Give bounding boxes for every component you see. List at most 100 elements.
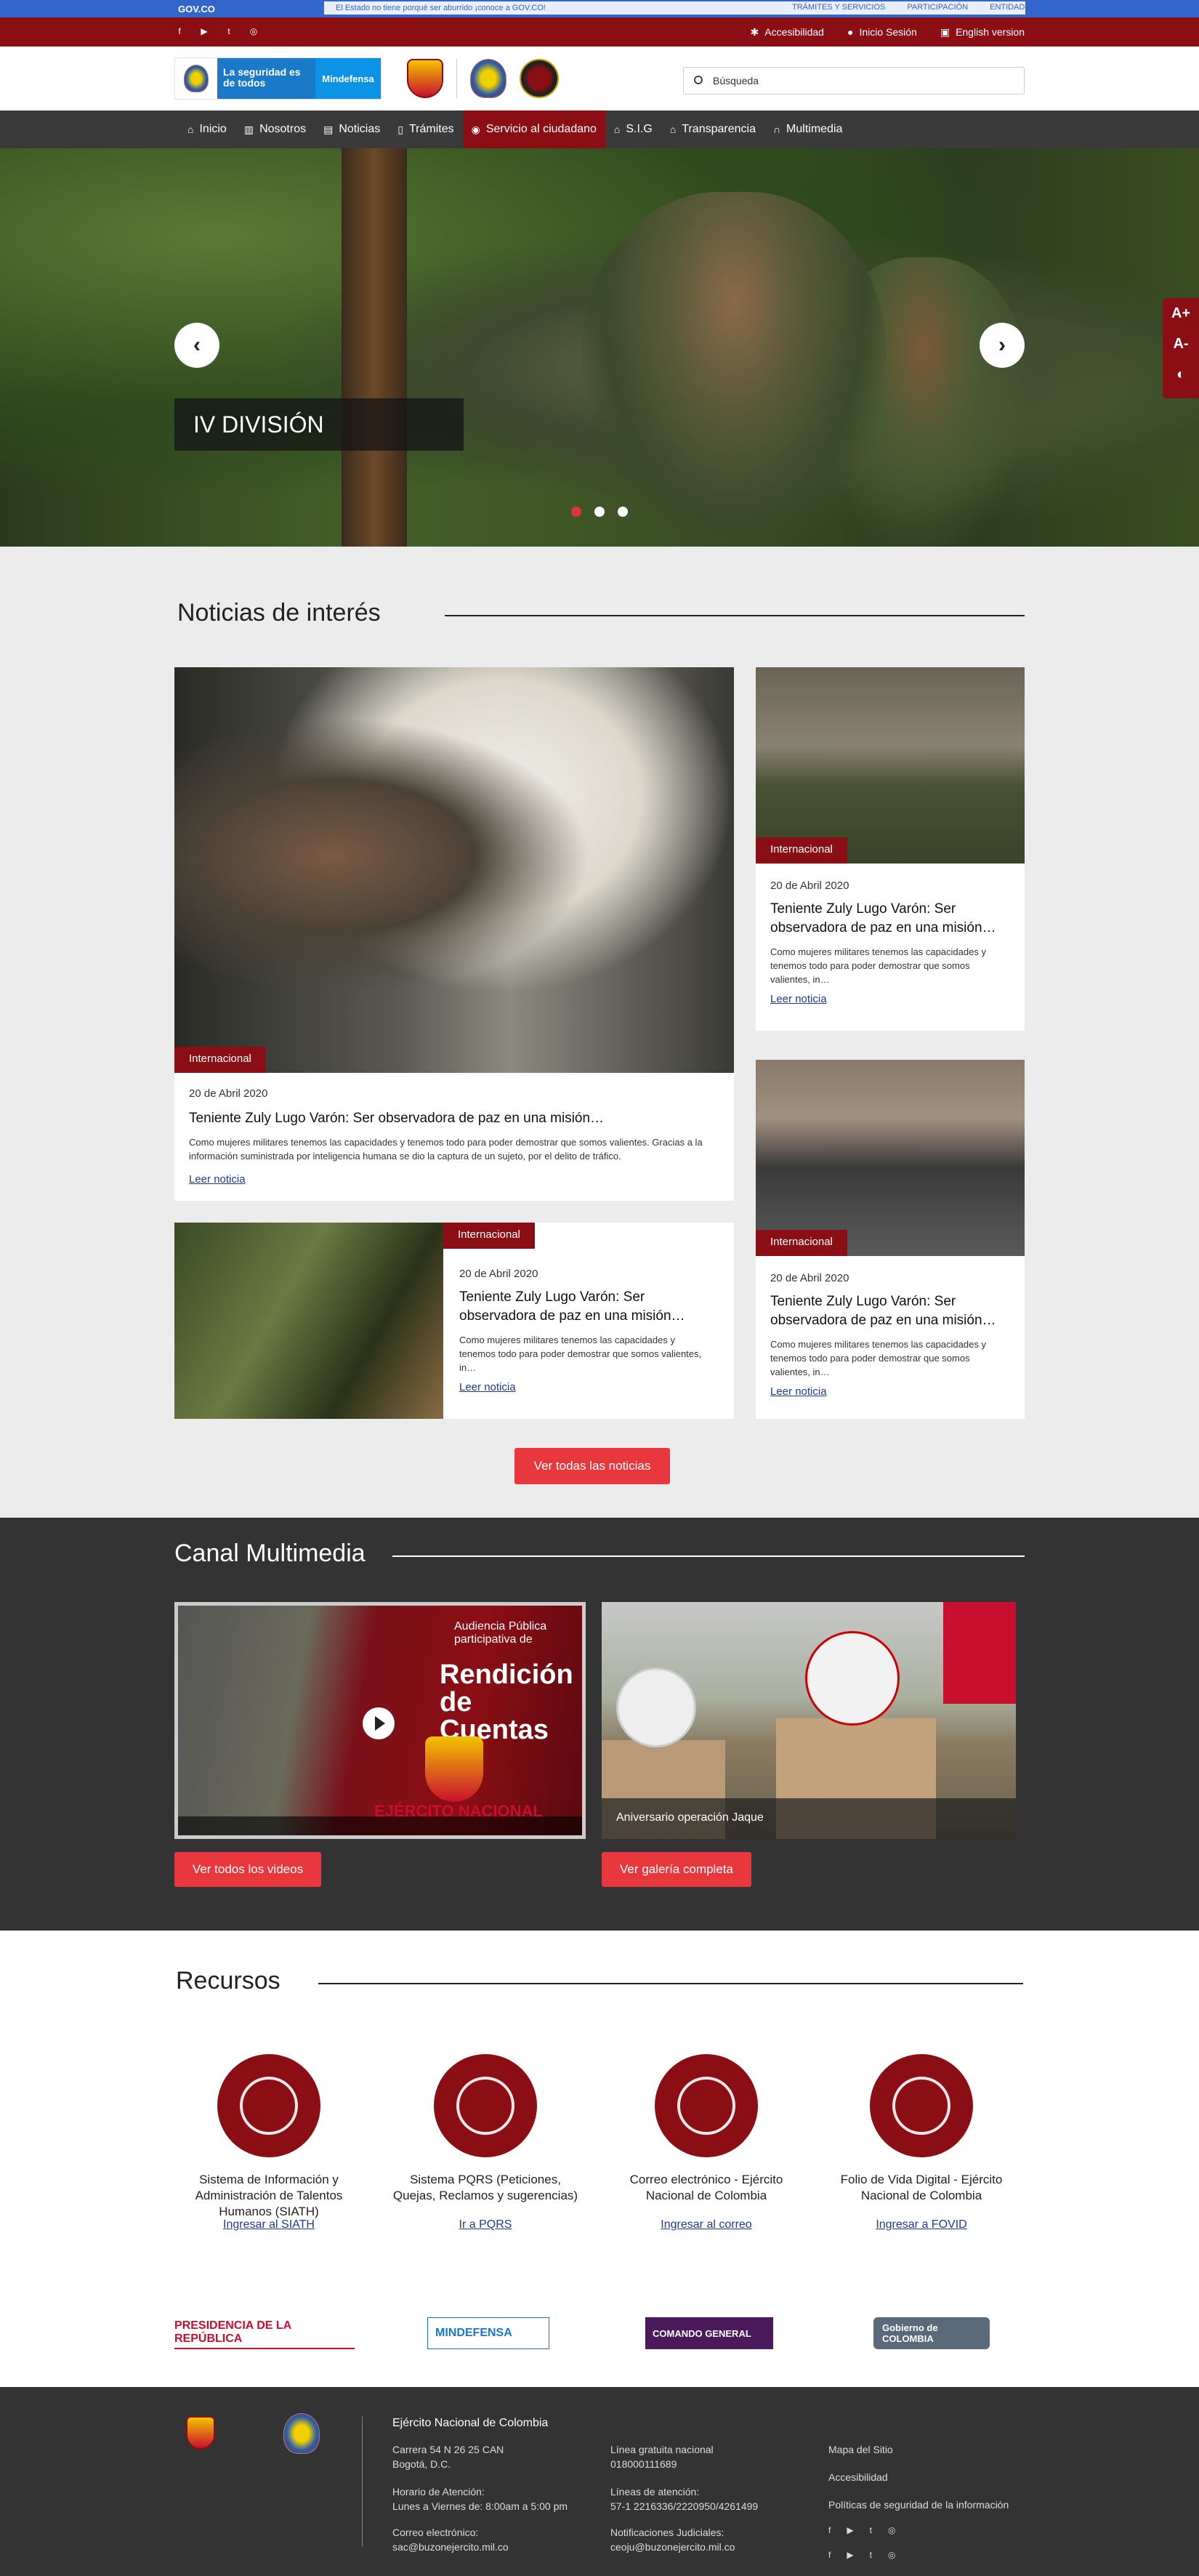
nav-item-inicio[interactable]: ⌂ Inicio bbox=[179, 110, 235, 148]
resources-title-line bbox=[318, 1983, 1023, 1984]
presidencia-logo[interactable]: PRESIDENCIA DE LA REPÚBLICA bbox=[174, 2317, 355, 2349]
instagram-icon[interactable]: ◎ bbox=[249, 26, 259, 36]
search-placeholder: Búsqueda bbox=[713, 75, 759, 86]
gallery-photo[interactable]: Aniversario operación Jaque bbox=[602, 1602, 1016, 1839]
nav-item-multimedia[interactable]: ∩ Multimedia bbox=[764, 110, 851, 148]
resource-item-siath: Sistema de Información y Administración … bbox=[174, 2054, 363, 2220]
read-more-link[interactable]: Leer noticia bbox=[189, 1173, 246, 1186]
read-more-link[interactable]: Leer noticia bbox=[459, 1381, 516, 1393]
news-image bbox=[174, 1223, 443, 1419]
address-line: Carrera 54 N 26 25 CAN bbox=[392, 2444, 504, 2455]
twitter-icon[interactable]: t bbox=[870, 2550, 872, 2560]
gov-notice-text[interactable]: El Estado no tiene porqué ser aburrido ¡… bbox=[336, 4, 546, 12]
featured-news-card[interactable]: Internacional 20 de Abril 2020 Teniente … bbox=[174, 667, 734, 1201]
nav-item-servicio[interactable]: ◉ Servicio al ciudadano bbox=[462, 110, 605, 148]
news-title-text[interactable]: Teniente Zuly Lugo Varón: Ser observador… bbox=[189, 1109, 712, 1128]
video-title-line2: Rendición de Cuentas bbox=[440, 1659, 573, 1745]
nav-item-sig[interactable]: ⌂ S.I.G bbox=[605, 110, 661, 148]
footer-link[interactable]: Políticas de seguridad de la información bbox=[828, 2497, 1009, 2512]
resource-link[interactable]: Ingresar a FOVID bbox=[827, 2218, 1016, 2231]
footer-org: Ejército Nacional de Colombia bbox=[392, 2417, 549, 2429]
home-icon: ⌂ bbox=[669, 124, 677, 135]
gobierno-colombia-logo[interactable]: Gobierno de COLOMBIA bbox=[873, 2317, 990, 2349]
contrast-button[interactable]: ◐ bbox=[1163, 359, 1199, 390]
news-tag: Internacional bbox=[443, 1223, 535, 1249]
network-icon[interactable] bbox=[217, 2054, 320, 2157]
carousel-prev-button[interactable]: ‹ bbox=[174, 323, 219, 368]
footer-divider bbox=[362, 2416, 363, 2547]
chat-person-icon[interactable] bbox=[434, 2054, 537, 2157]
gallery-button[interactable]: Ver galería completa bbox=[602, 1852, 751, 1887]
folder-icon[interactable] bbox=[870, 2054, 973, 2157]
gov-link-entidades[interactable]: ENTIDADES bbox=[990, 3, 1036, 12]
twitter-icon[interactable]: t bbox=[224, 26, 234, 36]
footer-socials: f ▶ t ◎ bbox=[828, 2525, 895, 2535]
resource-link[interactable]: Ingresar al SIATH bbox=[174, 2218, 363, 2231]
news-card[interactable]: Internacional 20 de Abril 2020 Teniente … bbox=[756, 1060, 1025, 1419]
resource-link[interactable]: Ir a PQRS bbox=[391, 2218, 580, 2231]
email-link[interactable]: sac@buzonejercito.mil.co bbox=[392, 2540, 509, 2554]
facebook-icon[interactable]: f bbox=[828, 2525, 831, 2535]
comando-general-logo[interactable]: COMANDO GENERAL bbox=[645, 2317, 773, 2349]
email-label: Correo electrónico: bbox=[392, 2527, 479, 2538]
youtube-icon[interactable]: ▶ bbox=[847, 2525, 853, 2535]
instagram-icon[interactable]: ◎ bbox=[888, 2550, 895, 2560]
news-title: Noticias de interés bbox=[177, 599, 381, 627]
news-title-text[interactable]: Teniente Zuly Lugo Varón: Ser observador… bbox=[770, 1292, 1010, 1330]
news-title-text[interactable]: Teniente Zuly Lugo Varón: Ser observador… bbox=[770, 900, 1010, 938]
nav-item-tramites[interactable]: ▯ Trámites bbox=[389, 110, 462, 148]
mindefensa-partner-logo[interactable]: MINDEFENSA bbox=[427, 2317, 549, 2349]
gov-link-participacion[interactable]: PARTICIPACIÓN bbox=[907, 3, 968, 12]
army-crest-icon[interactable] bbox=[407, 59, 443, 98]
font-increase-button[interactable]: A+ bbox=[1163, 298, 1199, 329]
resources-section: Recursos Sistema de Información y Admini… bbox=[0, 1931, 1199, 2282]
carousel-dot[interactable] bbox=[571, 507, 581, 517]
search-icon bbox=[694, 76, 703, 84]
news-date: 20 de Abril 2020 bbox=[770, 1272, 849, 1284]
english-link[interactable]: ▣ English version bbox=[940, 26, 1025, 39]
carousel-dot[interactable] bbox=[618, 507, 628, 517]
footer-free-line: Línea gratuita nacional 018000111689 bbox=[610, 2442, 714, 2471]
video-player[interactable]: Audiencia Pública participativa de Rendi… bbox=[174, 1602, 586, 1839]
gov-co-logo[interactable]: GOV.CO bbox=[178, 4, 215, 15]
multimedia-title: Canal Multimedia bbox=[174, 1539, 366, 1567]
footer-link[interactable]: Mapa del Sitio bbox=[828, 2442, 893, 2457]
mindefensa-logo[interactable]: La seguridad es de todos Mindefensa bbox=[174, 57, 382, 100]
news-title-text[interactable]: Teniente Zuly Lugo Varón: Ser observador… bbox=[459, 1288, 714, 1326]
news-card-wide[interactable]: Internacional 20 de Abril 2020 Teniente … bbox=[174, 1223, 734, 1419]
resource-link[interactable]: Ingresar al correo bbox=[612, 2218, 801, 2231]
nav-item-transparencia[interactable]: ⌂ Transparencia bbox=[661, 110, 764, 148]
font-decrease-button[interactable]: A- bbox=[1163, 329, 1199, 359]
photo-helicopter bbox=[943, 1602, 1016, 1704]
footer-socials-secondary: f ▶ t ◎ bbox=[828, 2550, 895, 2560]
play-icon[interactable] bbox=[363, 1707, 395, 1739]
news-card[interactable]: Internacional 20 de Abril 2020 Teniente … bbox=[756, 667, 1025, 1031]
footer-link[interactable]: Accesibilidad bbox=[828, 2470, 888, 2484]
accessibility-link[interactable]: ✱ Accesibilidad bbox=[751, 26, 824, 39]
news-title-line bbox=[445, 615, 1025, 616]
accessibility-tools: A+ A- ◐ bbox=[1163, 298, 1199, 398]
carousel-dot[interactable] bbox=[594, 507, 605, 517]
youtube-icon[interactable]: ▶ bbox=[199, 26, 209, 36]
read-more-link[interactable]: Leer noticia bbox=[770, 993, 827, 1005]
resource-item-fovid: Folio de Vida Digital - Ejército Naciona… bbox=[827, 2054, 1016, 2204]
instagram-icon[interactable]: ◎ bbox=[888, 2525, 895, 2535]
all-news-button[interactable]: Ver todas las noticias bbox=[514, 1448, 670, 1484]
twitter-icon[interactable]: t bbox=[870, 2525, 872, 2535]
carousel-next-button[interactable]: › bbox=[980, 323, 1025, 368]
nav-item-noticias[interactable]: ▤ Noticias bbox=[315, 110, 389, 148]
paper-plane-icon[interactable] bbox=[655, 2054, 758, 2157]
gov-links: TRÁMITES Y SERVICIOS PARTICIPACIÓN ENTID… bbox=[792, 3, 1036, 12]
judicial-email[interactable]: ceoju@buzonejercito.mil.co bbox=[610, 2540, 735, 2554]
youtube-icon[interactable]: ▶ bbox=[847, 2550, 853, 2560]
all-videos-button[interactable]: Ver todos los videos bbox=[174, 1852, 321, 1887]
search-input[interactable]: Búsqueda bbox=[683, 67, 1025, 94]
read-more-link[interactable]: Leer noticia bbox=[770, 1385, 827, 1398]
news-tag: Internacional bbox=[756, 1230, 847, 1256]
login-link[interactable]: ● Inicio Sesión bbox=[847, 26, 917, 39]
gov-link-tramites[interactable]: TRÁMITES Y SERVICIOS bbox=[792, 3, 885, 12]
video-controls[interactable] bbox=[178, 1816, 582, 1835]
nav-item-nosotros[interactable]: ▥ Nosotros bbox=[235, 110, 315, 148]
facebook-icon[interactable]: f bbox=[174, 26, 185, 36]
facebook-icon[interactable]: f bbox=[828, 2550, 831, 2560]
